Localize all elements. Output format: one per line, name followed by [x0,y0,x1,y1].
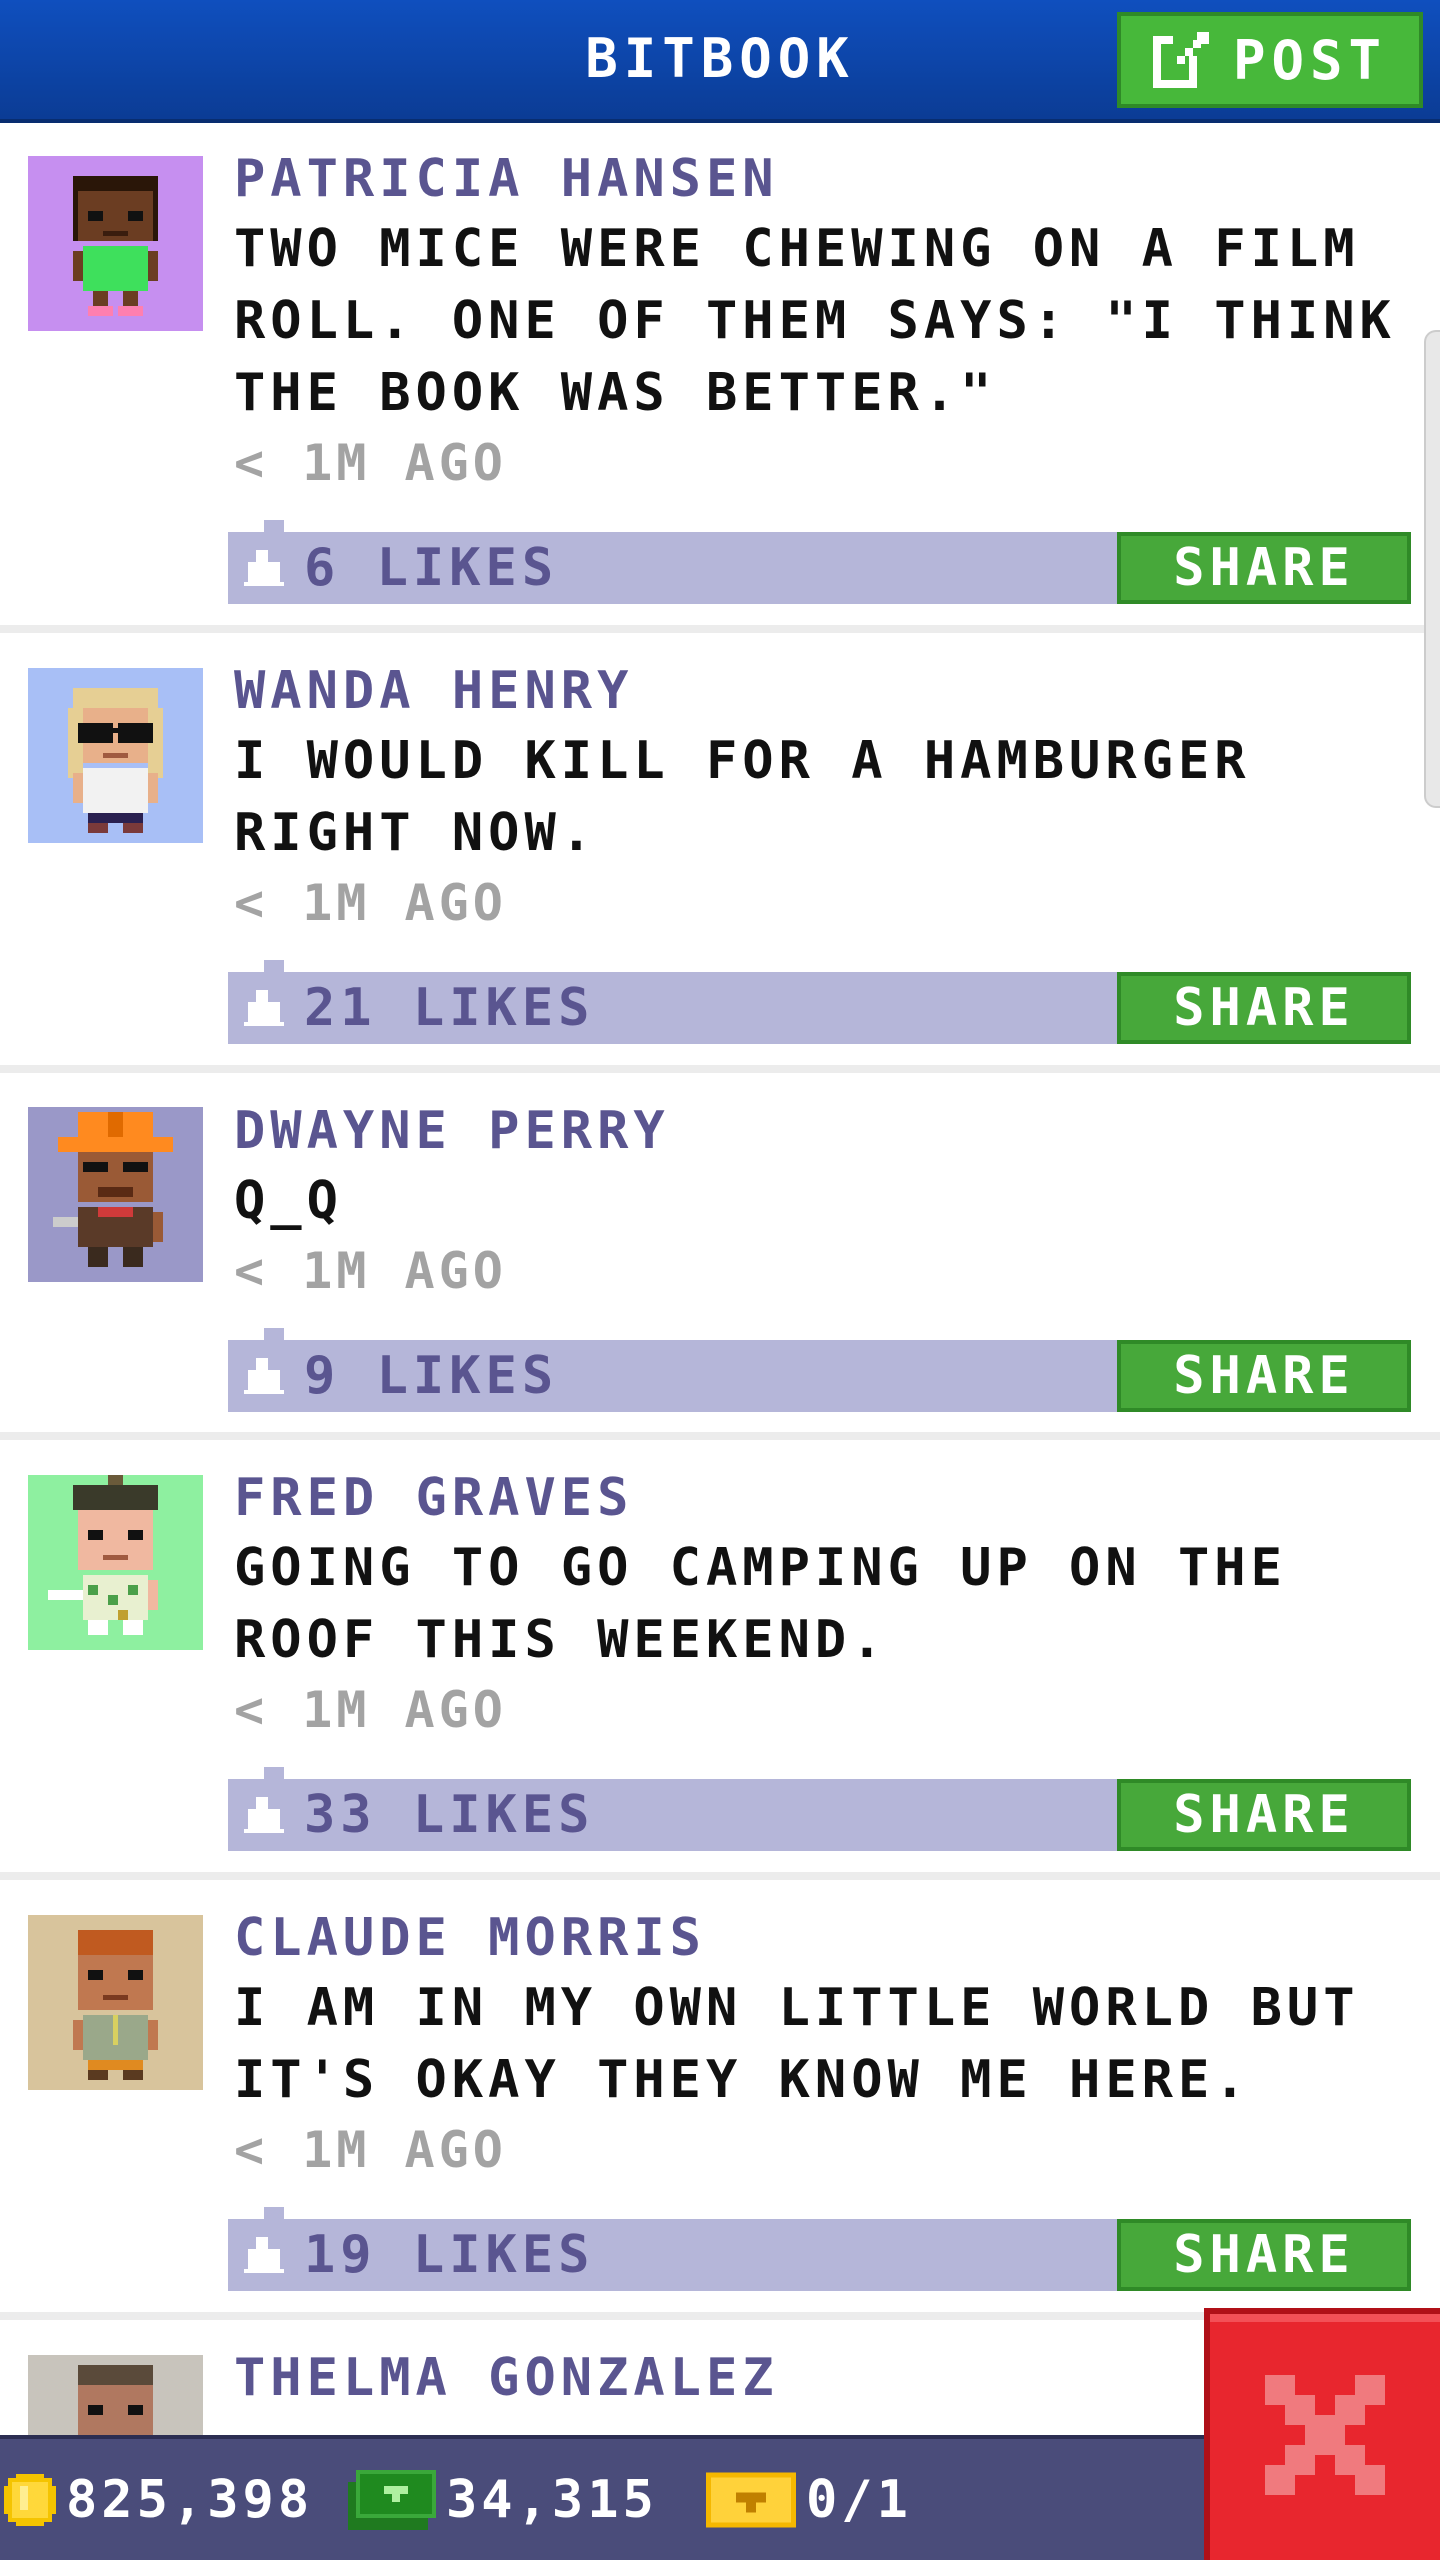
likes-count: 9 LIKES [304,1346,559,1406]
likes-bar[interactable]: 33 LIKES SHARE [228,1767,1411,1851]
post-item: PATRICIA HANSEN TWO MICE WERE CHEWING ON… [0,123,1440,633]
thumbs-up-icon [244,990,284,1030]
avatar-claude-morris[interactable] [28,1915,203,2090]
share-button[interactable]: SHARE [1117,1340,1411,1412]
likes-count: 21 LIKES [304,978,595,1038]
post-author-name[interactable]: PATRICIA HANSEN [234,149,779,209]
post-divider [0,625,1440,633]
close-button[interactable] [1204,2308,1440,2560]
avatar-wanda-henry[interactable] [28,668,203,843]
likes-bar[interactable]: 6 LIKES SHARE [228,520,1411,604]
avatar-thelma-gonzalez[interactable] [28,2355,203,2435]
post-item: CLAUDE MORRIS I AM IN MY OWN LITTLE WORL… [0,1880,1440,2320]
thumbs-up-icon [244,2237,284,2277]
post-item: DWAYNE PERRY Q_Q < 1M AGO 9 LIKES SHARE [0,1073,1440,1440]
likes-bar-tab [264,1328,284,1340]
likes-count: 19 LIKES [304,2225,595,2285]
likes-bar-tab [264,960,284,972]
likes-bar-tab [264,520,284,532]
bux-counter: 34,315 [348,2439,658,2560]
post-item: WANDA HENRY I WOULD KILL FOR A HAMBURGER… [0,633,1440,1073]
post-author-name[interactable]: THELMA GONZALEZ [234,2348,779,2408]
post-author-name[interactable]: CLAUDE MORRIS [234,1908,706,1968]
post-author-name[interactable]: FRED GRAVES [234,1468,633,1528]
share-button[interactable]: SHARE [1117,2219,1411,2291]
post-timestamp: < 1M AGO [234,1242,507,1300]
share-button[interactable]: SHARE [1117,972,1411,1044]
likes-count: 6 LIKES [304,538,559,598]
post-body-text: TWO MICE WERE CHEWING ON A FILM ROLL. ON… [234,219,1396,423]
thumbs-up-icon [244,1358,284,1398]
thumbs-up-icon [244,1797,284,1837]
thumbs-up-icon [244,550,284,590]
coins-counter: 825,398 [4,2439,313,2560]
close-icon [1265,2375,1385,2499]
coin-icon [4,2473,66,2526]
post-timestamp: < 1M AGO [234,2121,507,2179]
likes-count: 33 LIKES [304,1785,595,1845]
post-divider [0,1432,1440,1440]
tickets-value: 0/1 [806,2469,912,2530]
likes-bar[interactable]: 9 LIKES SHARE [228,1328,1411,1412]
post-body-text: I AM IN MY OWN LITTLE WORLD BUT IT'S OKA… [234,1978,1360,2110]
likes-bar-tab [264,2207,284,2219]
ticket-icon [706,2472,806,2528]
tickets-counter: 0/1 [706,2439,912,2560]
app-header: BITBOOK POST [0,0,1440,123]
post-author-name[interactable]: WANDA HENRY [234,661,633,721]
post-timestamp: < 1M AGO [234,874,507,932]
likes-bar[interactable]: 21 LIKES SHARE [228,960,1411,1044]
post-body-text: Q_Q [234,1171,343,1231]
avatar-dwayne-perry[interactable] [28,1107,203,1282]
post-author-name[interactable]: DWAYNE PERRY [234,1101,670,1161]
post-button-label: POST [1232,28,1388,92]
avatar-fred-graves[interactable] [28,1475,203,1650]
avatar-patricia-hansen[interactable] [28,156,203,331]
likes-bar[interactable]: 19 LIKES SHARE [228,2207,1411,2291]
coins-value: 825,398 [66,2469,314,2530]
bux-value: 34,315 [446,2469,658,2530]
post-divider [0,1872,1440,1880]
feed-scrollbar[interactable] [1424,330,1440,808]
likes-bar-tab [264,1767,284,1779]
post-divider [0,1065,1440,1073]
post-button[interactable]: POST [1117,12,1423,108]
share-button[interactable]: SHARE [1117,532,1411,604]
share-button[interactable]: SHARE [1117,1779,1411,1851]
post-timestamp: < 1M AGO [234,434,507,492]
post-timestamp: < 1M AGO [234,1681,507,1739]
post-body-text: I WOULD KILL FOR A HAMBURGER RIGHT NOW. [234,731,1251,863]
post-body-text: GOING TO GO CAMPING UP ON THE ROOF THIS … [234,1538,1287,1670]
edit-icon [1152,32,1209,88]
cash-icon [348,2469,446,2530]
post-item: FRED GRAVES GOING TO GO CAMPING UP ON TH… [0,1440,1440,1880]
